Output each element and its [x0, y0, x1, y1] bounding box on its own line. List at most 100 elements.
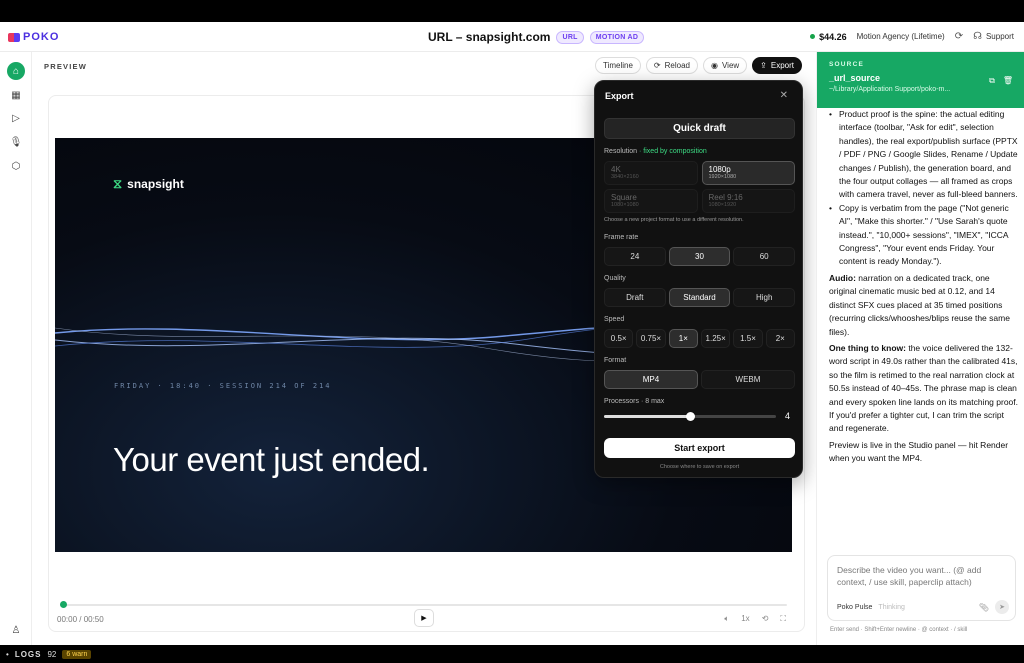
- quality-option[interactable]: Draft: [604, 288, 666, 307]
- refresh-icon[interactable]: ⟳: [955, 31, 963, 42]
- resolution-hint: Choose a new project format to use a dif…: [604, 217, 744, 223]
- upload-icon: ⇪: [760, 61, 767, 70]
- logs-dot-icon: •: [6, 649, 9, 659]
- frame-rate-option[interactable]: 24: [604, 247, 666, 266]
- fullscreen-icon[interactable]: ⛶: [780, 614, 786, 624]
- motion-ad-badge: MOTION AD: [589, 30, 645, 44]
- audio-text: narration on a dedicated track, one orig…: [829, 272, 1010, 337]
- speed-option[interactable]: 0.5×: [604, 329, 634, 348]
- play-box-icon[interactable]: ▷: [7, 109, 25, 127]
- quality-option[interactable]: Standard: [668, 288, 731, 307]
- frame-rate-option[interactable]: 60: [733, 247, 796, 266]
- logo-icon: [8, 32, 20, 42]
- window-top-bar: [0, 0, 1024, 22]
- home-icon[interactable]: ⌂: [7, 62, 25, 80]
- chat-composer[interactable]: Describe the video you want... (@ add co…: [827, 555, 1016, 621]
- chat-footer: Poko Pulse Thinking 📎︎ ➤: [837, 600, 1009, 614]
- cube-icon[interactable]: ⬡: [7, 157, 25, 175]
- chat-input[interactable]: Describe the video you want... (@ add co…: [837, 564, 1006, 588]
- send-icon[interactable]: ➤: [995, 600, 1009, 614]
- quality-options: Draft Standard High: [604, 288, 796, 307]
- video-brand-text: snapsight: [127, 177, 184, 191]
- support-label: Support: [985, 32, 1014, 41]
- resolution-name: Square: [611, 193, 637, 202]
- page-title: URL – snapsight.com: [428, 30, 551, 44]
- scrubber-handle[interactable]: [60, 601, 67, 608]
- table-icon[interactable]: ▦: [7, 86, 25, 104]
- list-item: Copy is verbatim from the page ("Not gen…: [829, 202, 1019, 269]
- resolution-option[interactable]: 1080p 1920×1080: [701, 161, 795, 185]
- export-modal-title: Export: [605, 91, 634, 101]
- plan-label: Motion Agency (Lifetime): [856, 32, 945, 41]
- source-name: _url_source: [829, 73, 881, 83]
- frame-rate-option[interactable]: 30: [668, 247, 731, 266]
- microphone-icon[interactable]: 🎙︎: [7, 133, 25, 151]
- closing-paragraph: Preview is live in the Studio panel — hi…: [829, 439, 1009, 464]
- resolution-name: 4K: [611, 165, 621, 174]
- message-bullets: Product proof is the spine: the actual e…: [829, 108, 1019, 269]
- export-label: Export: [770, 61, 794, 70]
- header-right: $44.26 Motion Agency (Lifetime) ⟳ ☊ Supp…: [810, 31, 1014, 42]
- reload-icon: ⟳: [653, 61, 661, 70]
- resolution-option[interactable]: 4K 3840×2160: [604, 161, 698, 185]
- processors-slider-fill: [604, 415, 690, 418]
- resolution-dims: 1080×1920: [708, 202, 737, 208]
- play-button[interactable]: ▶: [414, 609, 434, 627]
- quality-option[interactable]: High: [733, 288, 796, 307]
- speed-option[interactable]: 1×: [668, 329, 698, 348]
- resolution-option[interactable]: Square 1080×1080: [604, 189, 698, 213]
- start-export-button[interactable]: Start export: [604, 438, 795, 458]
- volume-icon[interactable]: 🔈︎: [724, 614, 729, 624]
- logs-bar[interactable]: • LOGS 92 6 warn: [0, 645, 1024, 663]
- source-actions: ⧉ 🗑︎: [989, 76, 1013, 86]
- export-modal: Export ✕ Quick draft Resolution · fixed …: [594, 80, 803, 478]
- timeline-button[interactable]: Timeline: [594, 57, 641, 74]
- list-item: Product proof is the spine: the actual e…: [829, 108, 1019, 202]
- view-button[interactable]: ◉ View: [702, 57, 748, 74]
- frame-rate-label: Frame rate: [604, 234, 639, 241]
- play-icon: ▶: [421, 615, 427, 622]
- quick-draft-button[interactable]: Quick draft: [604, 118, 795, 139]
- model-selector[interactable]: Poko Pulse: [837, 604, 872, 611]
- frame-rate-options: 24 30 60: [604, 247, 796, 266]
- format-label: Format: [604, 357, 627, 364]
- format-options: MP4 WEBM: [604, 370, 795, 389]
- user-icon[interactable]: ♙: [7, 621, 25, 639]
- speed-option[interactable]: 2×: [765, 329, 795, 348]
- playback-speed[interactable]: 1x: [741, 614, 749, 624]
- processors-slider-thumb[interactable]: [686, 412, 695, 421]
- speed-option[interactable]: 1.5×: [733, 329, 763, 348]
- processors-slider[interactable]: [604, 412, 776, 421]
- copy-icon[interactable]: ⧉: [989, 76, 995, 86]
- paperclip-icon[interactable]: 📎︎: [979, 603, 989, 612]
- source-key: SOURCE: [829, 61, 865, 68]
- warn-badge[interactable]: 6 warn: [62, 649, 92, 659]
- support-link[interactable]: ☊ Support: [973, 31, 1014, 42]
- resolution-option[interactable]: Reel 9:16 1080×1920: [701, 189, 795, 213]
- logo-text: POKO: [23, 31, 60, 43]
- know-text: the voice delivered the 132-word script …: [829, 342, 1019, 434]
- app-header: POKO URL – snapsight.com URL MOTION AD $…: [0, 22, 1024, 52]
- source-path: ~/Library/Application Support/poko-m...: [829, 86, 951, 93]
- video-brand: ⧖ snapsight: [113, 176, 184, 192]
- resolution-fixed-note: · fixed by composition: [639, 148, 707, 155]
- export-button[interactable]: ⇪ Export: [752, 57, 802, 74]
- thinking-toggle[interactable]: Thinking: [878, 604, 904, 611]
- speed-option[interactable]: 0.75×: [636, 329, 666, 348]
- preview-toolbar: Timeline ⟳ Reload ◉ View ⇪ Export: [594, 57, 802, 74]
- app-logo[interactable]: POKO: [8, 31, 59, 43]
- balance-group: $44.26: [810, 32, 847, 42]
- title-group: URL – snapsight.com URL MOTION AD: [428, 30, 645, 44]
- loop-icon[interactable]: ⟲: [762, 614, 769, 624]
- close-icon[interactable]: ✕: [780, 90, 788, 101]
- reload-label: Reload: [664, 61, 690, 70]
- format-option[interactable]: MP4: [604, 370, 698, 389]
- source-card[interactable]: SOURCE _url_source ~/Library/Application…: [817, 52, 1024, 108]
- trash-icon[interactable]: 🗑︎: [1003, 76, 1013, 86]
- scrubber-track[interactable]: [60, 604, 787, 606]
- reload-button[interactable]: ⟳ Reload: [645, 57, 698, 74]
- resolution-name: 1080p: [708, 165, 731, 174]
- speed-option[interactable]: 1.25×: [700, 329, 731, 348]
- format-option[interactable]: WEBM: [701, 370, 795, 389]
- know-paragraph: One thing to know: the voice delivered t…: [829, 342, 1019, 436]
